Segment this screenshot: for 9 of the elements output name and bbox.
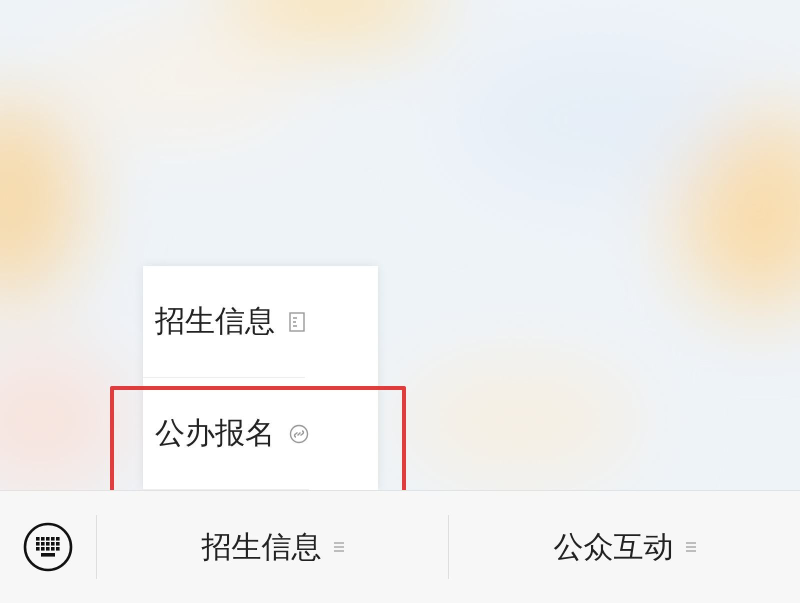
document-icon xyxy=(289,312,305,332)
link-icon xyxy=(289,424,309,444)
menu-tab[interactable]: 公众互动 xyxy=(449,491,800,603)
keyboard-icon[interactable] xyxy=(23,522,73,572)
menu-item[interactable]: 公办报名 xyxy=(143,378,309,490)
menu-icon xyxy=(686,541,696,553)
menu-tab[interactable]: 招生信息 xyxy=(97,491,448,603)
menu-icon xyxy=(334,541,344,553)
menu-item[interactable]: 招生信息 xyxy=(143,266,305,378)
